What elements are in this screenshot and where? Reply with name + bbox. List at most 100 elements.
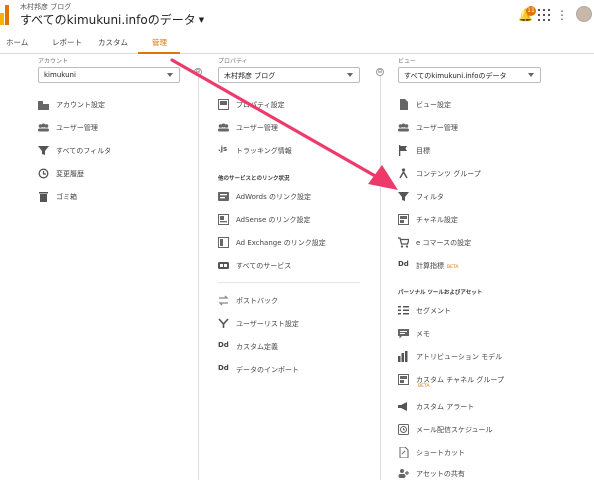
view-select[interactable]: すべてのkimukuni.infoのデータ xyxy=(398,67,541,83)
property-select-value: 木村邦彦 ブログ xyxy=(224,72,276,80)
item-label: プロパティ設定 xyxy=(236,101,285,109)
item-label: ゴミ箱 xyxy=(56,193,77,201)
divider xyxy=(218,282,360,283)
dd-icon: Dd xyxy=(218,364,229,372)
item-label: フィルタ xyxy=(416,193,444,201)
adwords-icon xyxy=(218,191,229,202)
doc-icon xyxy=(398,99,409,110)
analytics-logo-icon[interactable] xyxy=(0,3,10,25)
shortcut-icon xyxy=(398,446,409,459)
item-label: 目標 xyxy=(416,147,430,155)
item-label: ユーザー管理 xyxy=(416,124,458,132)
users-icon xyxy=(398,122,409,133)
column-divider xyxy=(380,70,381,480)
filter-icon xyxy=(38,145,49,156)
tab-reports[interactable]: レポート xyxy=(52,37,82,48)
account-select-value: kimukuni xyxy=(44,71,76,79)
more-vert-icon[interactable]: ⋮ xyxy=(556,8,568,22)
apps-grid-icon[interactable] xyxy=(538,9,550,21)
building-icon xyxy=(38,99,49,110)
users-icon xyxy=(218,122,229,133)
property-column: プロパティ 木村邦彦 ブログ プロパティ設定 ユーザー管理 .js トラッキング… xyxy=(218,56,360,374)
item-label: アセットの共有 xyxy=(416,470,465,478)
dropdown-arrow-icon xyxy=(528,73,534,77)
clock-icon xyxy=(398,424,409,435)
avatar[interactable] xyxy=(576,6,592,22)
dd-icon: Dd xyxy=(218,341,229,349)
notification-badge: 11 xyxy=(526,6,536,16)
megaphone-icon xyxy=(398,401,409,412)
link-icon: ⊝ xyxy=(194,68,202,76)
channel-icon xyxy=(398,374,409,385)
item-label: アカウント設定 xyxy=(56,101,105,109)
page-title: すべてのkimukuni.infoのデータ xyxy=(20,13,196,27)
dropdown-arrow-icon xyxy=(347,73,353,77)
item-label: アトリビューション モデル xyxy=(416,353,503,361)
cart-icon xyxy=(398,237,410,248)
view-selector[interactable]: すべてのkimukuni.infoのデータ ▼ xyxy=(20,11,204,28)
bar-chart-icon xyxy=(398,351,409,362)
item-label: ポストバック xyxy=(236,297,278,305)
view-column: ビュー すべてのkimukuni.infoのデータ ビュー設定 ユーザー管理 目… xyxy=(398,56,541,478)
trash-icon xyxy=(38,191,49,202)
history-icon xyxy=(38,168,49,179)
item-label: チャネル設定 xyxy=(416,216,458,224)
tab-custom[interactable]: カスタム xyxy=(98,37,128,48)
dropdown-arrow-icon xyxy=(167,73,173,77)
main-tabs: ホーム レポート カスタム 管理 xyxy=(0,33,594,54)
memo-icon xyxy=(398,328,409,339)
item-label: すべてのサービス xyxy=(236,262,292,270)
view-section-title: パーソナル ツールおよびアセット xyxy=(398,290,483,296)
postback-icon xyxy=(218,295,229,306)
item-label: メモ xyxy=(416,330,430,338)
item-label: データのインポート xyxy=(236,366,299,374)
item-label: カスタム アラート xyxy=(416,403,475,411)
tab-admin[interactable]: 管理 xyxy=(152,37,167,48)
js-icon: .js xyxy=(218,145,228,153)
users-icon xyxy=(38,122,49,133)
property-select[interactable]: 木村邦彦 ブログ xyxy=(218,67,360,83)
property-icon xyxy=(218,99,229,110)
item-label: すべてのフィルタ xyxy=(56,147,112,155)
item-label: メール配信スケジュール xyxy=(416,426,493,434)
segment-icon xyxy=(398,305,409,316)
all-services-icon xyxy=(218,260,229,271)
item-label: セグメント xyxy=(416,307,451,315)
account-label: アカウント xyxy=(38,58,69,65)
caret-down-icon: ▼ xyxy=(198,16,205,24)
view-label: ビュー xyxy=(398,58,417,65)
item-label: e コマースの設定 xyxy=(416,239,472,247)
content-group-icon xyxy=(398,168,409,179)
flag-icon xyxy=(398,145,409,156)
audience-icon xyxy=(218,318,229,329)
item-label: ショートカット xyxy=(416,449,465,457)
column-divider xyxy=(198,70,199,480)
app-header: 木村邦彦 ブログ すべてのkimukuni.infoのデータ ▼ 🔔 11 ⋮ xyxy=(0,0,594,33)
item-label: 変更履歴 xyxy=(56,170,84,178)
link-icon: ⊝ xyxy=(376,68,384,76)
item-label: ユーザー管理 xyxy=(236,124,278,132)
item-label: ユーザー管理 xyxy=(56,124,98,132)
tab-home[interactable]: ホーム xyxy=(6,37,28,48)
item-label: ユーザーリスト設定 xyxy=(236,320,299,328)
item-label: Ad Exchange のリンク設定 xyxy=(236,239,326,247)
property-section-title: 他のサービスとのリンク状況 xyxy=(218,176,290,182)
dd-icon: Dd xyxy=(398,260,409,268)
adsense-icon xyxy=(218,214,229,225)
item-label: コンテンツ グループ xyxy=(416,170,481,178)
adexchange-icon xyxy=(218,237,229,248)
item-label-text: 計算指標 xyxy=(416,262,444,270)
beta-badge: BETA xyxy=(447,265,459,270)
item-label: AdSense のリンク設定 xyxy=(236,216,311,224)
beta-badge: BETA xyxy=(418,384,430,389)
account-column: アカウント kimukuni アカウント設定 ユーザー管理 すべてのフィルタ 変… xyxy=(38,56,180,202)
filter-icon xyxy=(398,191,409,202)
share-icon xyxy=(398,468,409,479)
active-tab-indicator xyxy=(138,52,180,54)
item-label: AdWords のリンク設定 xyxy=(236,193,311,201)
item-label: 計算指標 BETA xyxy=(416,261,458,271)
channel-icon xyxy=(398,214,409,225)
item-label: カスタム定義 xyxy=(236,343,278,351)
view-select-value: すべてのkimukuni.infoのデータ xyxy=(404,72,507,80)
account-select[interactable]: kimukuni xyxy=(38,67,180,83)
